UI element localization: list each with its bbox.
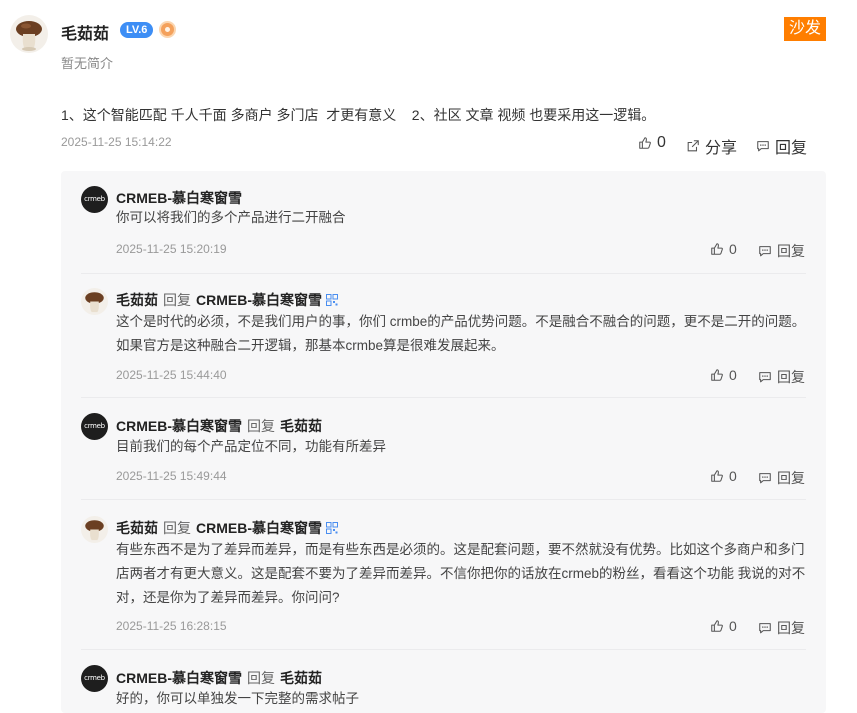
share-label: 分享 [705, 140, 738, 157]
like-count: 0 [657, 134, 666, 151]
thumb-up-icon [711, 470, 723, 482]
reply-time: 2025-11-25 15:20:19 [116, 242, 227, 256]
like-count: 0 [729, 367, 737, 383]
reply-header: CRMEB-慕白寒窗雪 回复 毛茹茹 [116, 668, 322, 688]
like-count: 0 [729, 241, 737, 257]
reply-author[interactable]: CRMEB-慕白寒窗雪 [116, 668, 242, 688]
reply-text: 有些东西不是为了差异而差异，而是有些东西是必须的。这是配套问题，要不然就没有优势… [116, 542, 806, 605]
reply-avatar[interactable]: crmeb [81, 413, 108, 440]
reply-like-button[interactable]: 0 [710, 618, 737, 634]
reply-avatar[interactable]: crmeb [81, 665, 108, 692]
reply-label: 回复 [777, 243, 805, 259]
reply-target[interactable]: 毛茹茹 [280, 668, 322, 688]
reply-time: 2025-11-25 15:44:40 [116, 368, 227, 382]
reply-avatar[interactable] [81, 288, 108, 315]
reply-author[interactable]: 毛茹茹 [116, 290, 158, 310]
level-badge: LV.6 [120, 22, 154, 38]
reply-label: 回复 [777, 620, 805, 636]
reply-to-word: 回复 [247, 418, 275, 434]
reply-like-button[interactable]: 0 [710, 367, 737, 383]
reply-text: 目前我们的每个产品定位不同，功能有所差异 [116, 439, 386, 454]
reply-to-word: 回复 [163, 520, 191, 536]
reply-list: crmeb CRMEB-慕白寒窗雪 你可以将我们的多个产品进行二开融合 2025… [61, 171, 826, 713]
reply-target[interactable]: CRMEB-慕白寒窗雪 [196, 518, 322, 538]
verified-icon [326, 294, 338, 306]
reply-reply-button[interactable]: 回复 [758, 468, 805, 488]
reply-like-button[interactable]: 0 [710, 241, 737, 257]
share-icon [687, 140, 699, 152]
divider [81, 397, 806, 398]
reply-label: 回复 [775, 140, 808, 157]
medal-icon [159, 21, 176, 38]
thumb-up-icon [711, 620, 723, 632]
author-name[interactable]: 毛茹茹 [61, 20, 109, 44]
reply-avatar[interactable]: crmeb [81, 186, 108, 213]
reply-author[interactable]: 毛茹茹 [116, 518, 158, 538]
reply-author[interactable]: CRMEB-慕白寒窗雪 [116, 416, 242, 436]
comment-icon [757, 141, 769, 152]
reply-header: CRMEB-慕白寒窗雪 回复 毛茹茹 [116, 416, 322, 436]
divider [81, 499, 806, 500]
reply-header: 毛茹茹 回复 CRMEB-慕白寒窗雪 [116, 518, 338, 538]
thumb-up-icon [639, 137, 651, 149]
reply-button[interactable]: 回复 [756, 134, 807, 158]
post-time: 2025-11-25 15:14:22 [61, 135, 172, 149]
reply-label: 回复 [777, 470, 805, 486]
sofa-badge: 沙发 [784, 17, 826, 41]
reply-text: 好的，你可以单独发一下完整的需求帖子 [116, 691, 359, 706]
reply-time: 2025-11-25 15:49:44 [116, 469, 227, 483]
reply-target[interactable]: CRMEB-慕白寒窗雪 [196, 290, 322, 310]
verified-icon [326, 522, 338, 534]
reply-reply-button[interactable]: 回复 [758, 367, 805, 387]
reply-reply-button[interactable]: 回复 [758, 241, 805, 261]
divider [81, 649, 806, 650]
like-count: 0 [729, 618, 737, 634]
thumb-up-icon [711, 369, 723, 381]
like-count: 0 [729, 468, 737, 484]
reply-to-word: 回复 [247, 670, 275, 686]
comment-icon [759, 372, 771, 383]
comment-icon [759, 473, 771, 484]
reply-header: 毛茹茹 回复 CRMEB-慕白寒窗雪 [116, 290, 338, 310]
comment-icon [759, 246, 771, 257]
reply-like-button[interactable]: 0 [710, 468, 737, 484]
reply-header: CRMEB-慕白寒窗雪 [116, 188, 242, 208]
author-avatar[interactable] [10, 15, 48, 53]
reply-to-word: 回复 [163, 292, 191, 308]
reply-text: 这个是时代的必须，不是我们用户的事，你们 crmbe的产品优势问题。不是融合不融… [116, 314, 806, 353]
thumb-up-icon [711, 243, 723, 255]
comment-post: 毛茹茹 LV.6 暂无简介 沙发 1、这个智能匹配 千人千面 多商户 多门店 才… [0, 0, 857, 713]
reply-reply-button[interactable]: 回复 [758, 618, 805, 638]
divider [81, 273, 806, 274]
reply-time: 2025-11-25 16:28:15 [116, 619, 227, 633]
share-button[interactable]: 分享 [686, 134, 737, 158]
post-content: 1、这个智能匹配 千人千面 多商户 多门店 才更有意义 2、社区 文章 视频 也… [61, 107, 656, 123]
like-button[interactable]: 0 [638, 134, 666, 152]
reply-avatar[interactable] [81, 516, 108, 543]
author-bio: 暂无简介 [61, 56, 114, 71]
reply-target[interactable]: 毛茹茹 [280, 416, 322, 436]
reply-label: 回复 [777, 369, 805, 385]
comment-icon [759, 623, 771, 634]
reply-text: 你可以将我们的多个产品进行二开融合 [116, 210, 346, 225]
reply-author[interactable]: CRMEB-慕白寒窗雪 [116, 188, 242, 208]
